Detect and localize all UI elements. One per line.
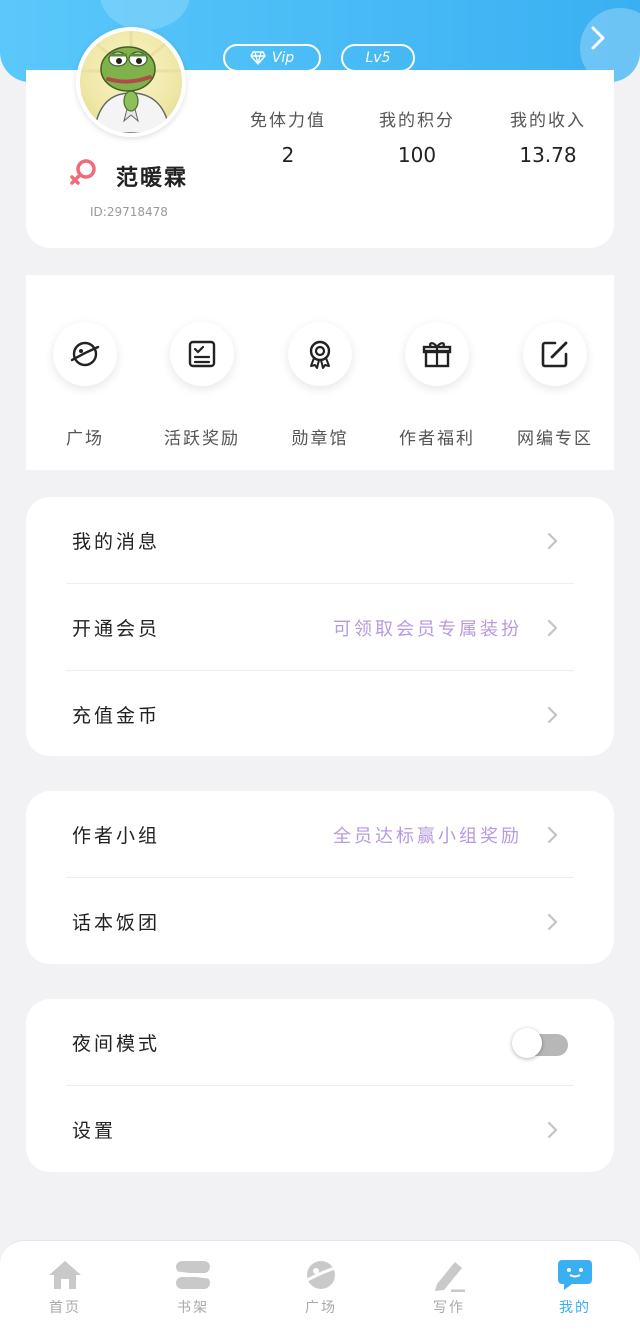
tab-write[interactable]: 写作 — [394, 1257, 504, 1317]
vip-label: Vip — [271, 50, 295, 66]
username: 范暖霖 — [116, 166, 189, 191]
avatar[interactable] — [76, 27, 186, 137]
gift-icon — [405, 322, 469, 386]
toggle-knob — [512, 1027, 542, 1058]
tab-mine[interactable]: 我的 — [520, 1257, 630, 1317]
chevron-right-icon — [547, 532, 558, 549]
tab-label: 我的 — [559, 1300, 591, 1316]
chat-bubble-icon — [553, 1257, 597, 1293]
edit-icon — [523, 322, 587, 386]
chevron-right-icon — [547, 826, 558, 843]
quick-action-author-benefits[interactable]: 作者福利 — [378, 322, 496, 449]
stat-points[interactable]: 我的积分 100 — [362, 106, 472, 167]
tab-bookshelf[interactable]: 书架 — [138, 1257, 248, 1317]
menu-row-hint: 可领取会员专属装扮 — [333, 618, 522, 640]
quick-action-label: 勋章馆 — [291, 429, 349, 449]
menu-group-account: 我的消息 开通会员 可领取会员专属装扮 充值金币 — [26, 497, 614, 756]
tab-label: 首页 — [49, 1300, 81, 1316]
quick-action-label: 活跃奖励 — [164, 429, 240, 449]
chevron-right-icon — [547, 619, 558, 636]
level-badge[interactable]: Lv5 — [341, 44, 415, 72]
menu-row-label: 我的消息 — [72, 531, 161, 553]
menu-row-membership[interactable]: 开通会员 可领取会员专属装扮 — [26, 584, 614, 671]
tab-label: 书架 — [177, 1300, 209, 1316]
tab-label: 广场 — [305, 1300, 337, 1316]
menu-row-night-mode: 夜间模式 — [26, 999, 614, 1086]
menu-row-label: 夜间模式 — [72, 1033, 161, 1055]
menu-group-preferences: 夜间模式 设置 — [26, 999, 614, 1172]
chevron-right-icon — [547, 706, 558, 723]
night-mode-toggle[interactable] — [512, 1027, 568, 1058]
quick-action-medal-hall[interactable]: 勋章馆 — [261, 322, 379, 449]
quick-action-label: 网编专区 — [517, 429, 593, 449]
quick-actions: 广场 活跃奖励 勋章馆 作者福利 网编专区 — [26, 275, 614, 470]
menu-row-hint: 全员达标赢小组奖励 — [333, 825, 522, 847]
stat-label: 我的积分 — [379, 111, 455, 131]
chevron-right-icon — [547, 1121, 558, 1138]
menu-row-label: 充值金币 — [72, 705, 161, 727]
menu-group-community: 作者小组 全员达标赢小组奖励 话本饭团 — [26, 791, 614, 964]
menu-row-label: 开通会员 — [72, 618, 161, 640]
bookshelf-icon — [171, 1257, 215, 1293]
decor-bubble — [100, 0, 190, 30]
stat-income[interactable]: 我的收入 13.78 — [493, 106, 603, 167]
diamond-icon — [250, 51, 266, 65]
menu-row-fan-club[interactable]: 话本饭团 — [26, 878, 614, 965]
stat-label: 我的收入 — [510, 111, 586, 131]
quick-action-label: 广场 — [66, 429, 104, 449]
quick-action-active-rewards[interactable]: 活跃奖励 — [143, 322, 261, 449]
tab-home[interactable]: 首页 — [10, 1257, 120, 1317]
level-label: Lv5 — [365, 50, 391, 66]
menu-row-messages[interactable]: 我的消息 — [26, 497, 614, 584]
user-id: ID:29718478 — [90, 205, 168, 219]
planet-icon — [299, 1257, 343, 1293]
tab-square[interactable]: 广场 — [266, 1257, 376, 1317]
menu-row-label: 作者小组 — [72, 825, 161, 847]
menu-row-label: 话本饭团 — [72, 912, 161, 934]
female-icon — [68, 158, 98, 194]
menu-row-recharge[interactable]: 充值金币 — [26, 671, 614, 758]
stat-value: 100 — [397, 143, 437, 167]
medal-icon — [288, 322, 352, 386]
stat-value: 2 — [281, 143, 295, 167]
chevron-right-icon — [547, 913, 558, 930]
quick-action-square[interactable]: 广场 — [26, 322, 144, 449]
planet-icon — [53, 322, 117, 386]
vip-badge[interactable]: Vip — [223, 44, 321, 72]
bottom-tab-bar: 首页 书架 广场 写作 我的 — [0, 1240, 640, 1337]
pen-icon — [427, 1257, 471, 1293]
stat-value: 13.78 — [519, 143, 577, 167]
menu-row-settings[interactable]: 设置 — [26, 1086, 614, 1173]
stat-label: 免体力值 — [250, 111, 326, 131]
checklist-icon — [170, 322, 234, 386]
tab-label: 写作 — [433, 1300, 465, 1316]
menu-row-label: 设置 — [72, 1120, 117, 1142]
quick-action-label: 作者福利 — [399, 429, 475, 449]
menu-row-author-group[interactable]: 作者小组 全员达标赢小组奖励 — [26, 791, 614, 878]
quick-action-editor-zone[interactable]: 网编专区 — [496, 322, 614, 449]
header-chevron-right-icon[interactable] — [578, 22, 618, 62]
stat-stamina[interactable]: 免体力值 2 — [233, 106, 343, 167]
home-icon — [43, 1257, 87, 1293]
